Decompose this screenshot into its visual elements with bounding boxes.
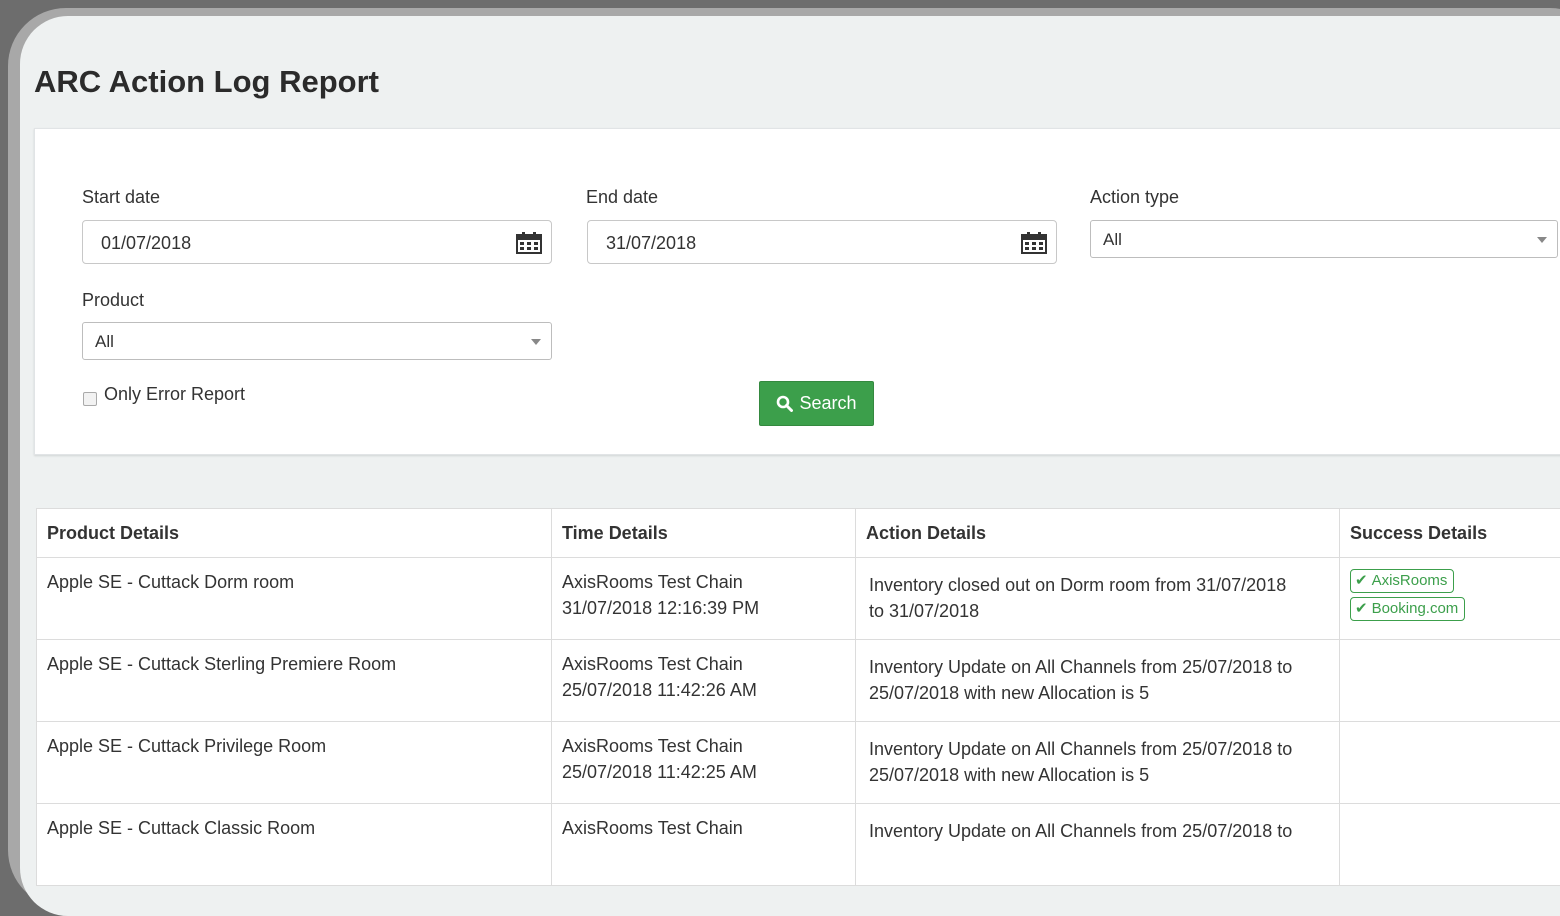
only-error-label[interactable]: Only Error Report — [104, 384, 245, 405]
check-icon: ✔ — [1355, 598, 1368, 620]
action-type-value: All — [1103, 230, 1122, 250]
search-button-label: Search — [799, 393, 856, 414]
search-icon — [776, 395, 793, 412]
calendar-icon[interactable] — [516, 232, 542, 254]
header-success-details: Success Details — [1340, 509, 1560, 558]
product-label: Product — [82, 290, 144, 311]
end-date-field[interactable]: 31/07/2018 — [587, 220, 1057, 264]
header-product-details: Product Details — [37, 509, 552, 558]
time-chain: AxisRooms Test Chain — [562, 651, 855, 677]
start-date-value: 01/07/2018 — [101, 233, 191, 254]
time-cell: AxisRooms Test Chain31/07/2018 12:16:39 … — [552, 558, 856, 640]
action-line: Inventory closed out on Dorm room from 3… — [869, 572, 1339, 598]
end-date-value: 31/07/2018 — [606, 233, 696, 254]
success-badge: ✔Booking.com — [1350, 597, 1465, 621]
action-type-label: Action type — [1090, 187, 1179, 208]
chevron-down-icon — [531, 339, 541, 345]
time-chain: AxisRooms Test Chain — [562, 569, 855, 595]
action-line: Inventory Update on All Channels from 25… — [869, 736, 1339, 762]
action-cell: Inventory Update on All Channels from 25… — [856, 722, 1340, 804]
action-line: Inventory Update on All Channels from 25… — [869, 654, 1339, 680]
success-cell — [1340, 804, 1560, 886]
only-error-checkbox[interactable] — [83, 392, 97, 406]
header-action-details: Action Details — [856, 509, 1340, 558]
product-select[interactable]: All — [82, 322, 552, 360]
table-header-row: Product Details Time Details Action Deta… — [37, 509, 1560, 558]
end-date-label: End date — [586, 187, 658, 208]
success-cell — [1340, 640, 1560, 722]
time-stamp: 31/07/2018 12:16:39 PM — [562, 595, 855, 621]
action-line: to 31/07/2018 — [869, 598, 1339, 624]
action-line: 25/07/2018 with new Allocation is 5 — [869, 762, 1339, 788]
success-channel: Booking.com — [1372, 598, 1459, 620]
calendar-icon[interactable] — [1021, 232, 1047, 254]
table-row: Apple SE - Cuttack Classic Room AxisRoom… — [37, 804, 1560, 886]
time-chain: AxisRooms Test Chain — [562, 815, 855, 841]
time-cell: AxisRooms Test Chain25/07/2018 11:42:26 … — [552, 640, 856, 722]
results-table: Product Details Time Details Action Deta… — [36, 508, 1560, 886]
time-chain: AxisRooms Test Chain — [562, 733, 855, 759]
filter-panel: Start date 01/07/2018 End date 31/07/201… — [34, 128, 1560, 455]
product-cell: Apple SE - Cuttack Dorm room — [37, 558, 552, 640]
table-row: Apple SE - Cuttack Privilege Room AxisRo… — [37, 722, 1560, 804]
action-line: 25/07/2018 with new Allocation is 5 — [869, 680, 1339, 706]
chevron-down-icon — [1537, 237, 1547, 243]
time-cell: AxisRooms Test Chain — [552, 804, 856, 886]
action-line: Inventory Update on All Channels from 25… — [869, 818, 1339, 844]
table-row: Apple SE - Cuttack Dorm room AxisRooms T… — [37, 558, 1560, 640]
success-channel: AxisRooms — [1372, 570, 1448, 592]
success-cell: ✔AxisRooms ✔Booking.com — [1340, 558, 1560, 640]
product-cell: Apple SE - Cuttack Privilege Room — [37, 722, 552, 804]
success-badge: ✔AxisRooms — [1350, 569, 1454, 593]
time-stamp: 25/07/2018 11:42:26 AM — [562, 677, 855, 703]
action-cell: Inventory Update on All Channels from 25… — [856, 804, 1340, 886]
start-date-label: Start date — [82, 187, 160, 208]
action-cell: Inventory Update on All Channels from 25… — [856, 640, 1340, 722]
search-button[interactable]: Search — [759, 381, 874, 426]
screen: ARC Action Log Report Start date 01/07/2… — [20, 16, 1560, 916]
header-time-details: Time Details — [552, 509, 856, 558]
check-icon: ✔ — [1355, 570, 1368, 592]
start-date-field[interactable]: 01/07/2018 — [82, 220, 552, 264]
time-stamp: 25/07/2018 11:42:25 AM — [562, 759, 855, 785]
table-row: Apple SE - Cuttack Sterling Premiere Roo… — [37, 640, 1560, 722]
success-cell — [1340, 722, 1560, 804]
product-cell: Apple SE - Cuttack Sterling Premiere Roo… — [37, 640, 552, 722]
time-cell: AxisRooms Test Chain25/07/2018 11:42:25 … — [552, 722, 856, 804]
action-cell: Inventory closed out on Dorm room from 3… — [856, 558, 1340, 640]
product-value: All — [95, 332, 114, 352]
page-title: ARC Action Log Report — [34, 64, 379, 100]
product-cell: Apple SE - Cuttack Classic Room — [37, 804, 552, 886]
action-type-select[interactable]: All — [1090, 220, 1558, 258]
